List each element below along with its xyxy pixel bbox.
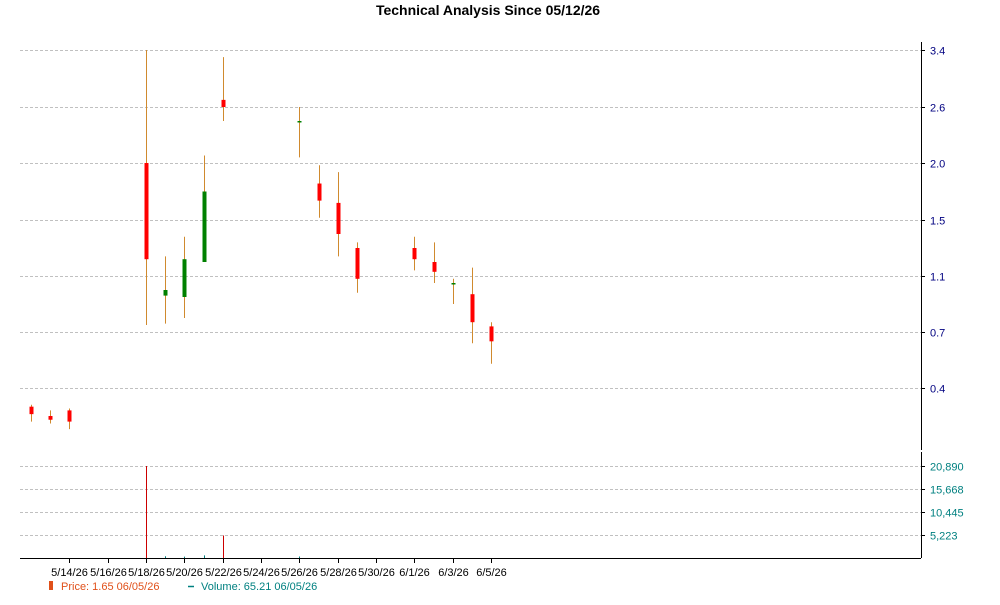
price-tick-label: 1.1 [930,272,945,284]
candle-body [202,191,207,262]
x-tick-label: 6/1/26 [399,567,430,579]
candle-body [317,183,322,201]
x-tick-label: 6/5/26 [476,567,507,579]
volume-tick-label: 10,445 [930,508,964,520]
price-tick-label: 1.5 [930,216,945,228]
price-tick-label: 2.0 [930,159,945,171]
x-tick-label: 5/20/26 [166,567,203,579]
price-tick-label: 2.6 [930,103,945,115]
candle-body [182,259,187,297]
legend-volume-label: Volume: 65.21 06/05/26 [201,581,317,593]
x-tick-label: 5/14/26 [51,567,88,579]
candle-body [355,248,360,279]
chart: Technical Analysis Since 05/12/26 0.4 0.7 1… [0,0,1000,600]
candle-body [163,290,168,296]
chart-title: Technical Analysis Since 05/12/26 [376,2,600,18]
volume-tick-label: 5,223 [930,531,958,543]
x-tick-label: 5/24/26 [243,567,280,579]
volume-tick-label: 15,668 [930,485,964,497]
x-tick-label: 5/26/26 [281,567,318,579]
x-tick-label: 5/22/26 [205,567,242,579]
x-tick-label: 5/28/26 [320,567,357,579]
x-tick-label: 5/30/26 [358,567,395,579]
candle-body [412,248,417,260]
candle-body [432,262,437,272]
candle-body [297,121,302,123]
volume-tick-label: 20,890 [930,462,964,474]
price-tick-label: 3.4 [930,46,945,58]
candle-body [48,416,53,420]
chart-svg: Technical Analysis Since 05/12/26 0.4 0.7 1… [20,2,964,593]
candle-body [29,406,34,415]
candle-body [451,283,456,285]
candle-body [470,294,475,323]
candle-body [67,410,72,422]
x-tick-label: 6/3/26 [438,567,469,579]
candle-body [336,202,341,234]
candle-body [144,163,149,260]
x-tick-label: 5/18/26 [128,567,165,579]
price-tick-label: 0.4 [930,384,945,396]
legend-price-marker [49,581,53,590]
x-tick-label: 5/16/26 [90,567,127,579]
candle-body [489,326,494,342]
legend-price-label: Price: 1.65 06/05/26 [61,581,159,593]
price-tick-label: 0.7 [930,328,945,340]
candle-body [221,99,226,107]
